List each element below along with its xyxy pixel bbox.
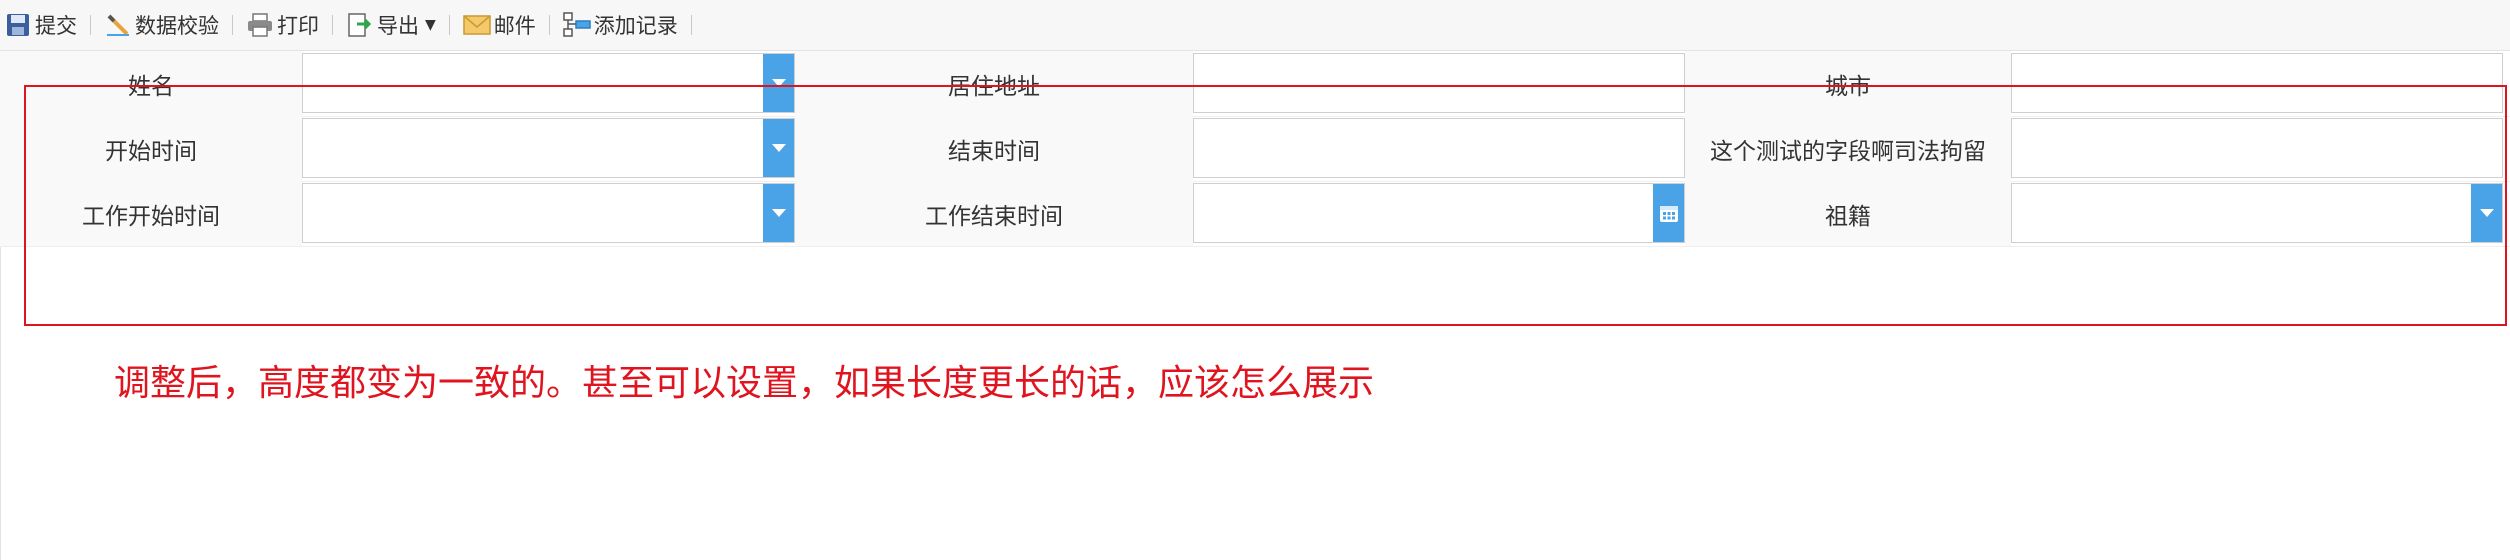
dropdown-button[interactable] bbox=[763, 119, 794, 177]
address-input[interactable] bbox=[1193, 53, 1685, 113]
add-record-button[interactable]: 添加记录 bbox=[563, 5, 678, 45]
add-record-label: 添加记录 bbox=[593, 14, 678, 38]
field-label-work-end: 工作结束时间 bbox=[795, 181, 1193, 246]
add-record-icon bbox=[563, 11, 591, 39]
dropdown-button[interactable] bbox=[763, 54, 794, 112]
chevron-down-icon: ▼ bbox=[425, 17, 436, 33]
dropdown-button[interactable] bbox=[2471, 184, 2502, 242]
chevron-down-icon bbox=[771, 209, 786, 217]
print-label: 打印 bbox=[277, 14, 319, 38]
ancestral-home-select[interactable] bbox=[2011, 183, 2503, 243]
start-time-select[interactable] bbox=[302, 118, 795, 178]
chevron-down-icon bbox=[771, 79, 786, 87]
work-start-select[interactable] bbox=[302, 183, 795, 243]
end-time-input[interactable] bbox=[1193, 118, 1685, 178]
calendar-icon bbox=[1659, 206, 1678, 222]
dropdown-button[interactable] bbox=[763, 184, 794, 242]
work-end-date-input[interactable] bbox=[1193, 183, 1685, 243]
validate-label: 数据校验 bbox=[135, 14, 219, 38]
print-icon bbox=[246, 11, 274, 39]
test-field-input[interactable] bbox=[2011, 118, 2503, 178]
toolbar: 提交 数据校验 打印 导出 ▼ 邮件 添加记录 bbox=[0, 0, 2510, 51]
field-label-ancestral-home: 祖籍 bbox=[1685, 181, 2011, 246]
toolbar-separator bbox=[232, 15, 233, 35]
validate-icon bbox=[104, 11, 132, 39]
field-label-work-start: 工作开始时间 bbox=[0, 181, 302, 246]
mail-button[interactable]: 邮件 bbox=[463, 5, 536, 45]
form-row: 开始时间 结束时间 这个测试的字段啊司法拘留 bbox=[0, 116, 2510, 182]
name-select[interactable] bbox=[302, 53, 795, 113]
annotation-note: 调整后，高度都变为一致的。甚至可以设置，如果长度更长的话，应该怎么展示 bbox=[114, 363, 1375, 404]
toolbar-separator bbox=[90, 15, 91, 35]
toolbar-separator bbox=[548, 15, 550, 35]
validate-button[interactable]: 数据校验 bbox=[104, 5, 219, 45]
print-button[interactable]: 打印 bbox=[246, 5, 319, 45]
toolbar-separator bbox=[332, 15, 333, 35]
form-row: 姓名 居住地址 城市 bbox=[0, 51, 2510, 117]
submit-button[interactable]: 提交 bbox=[4, 5, 77, 45]
field-label-address: 居住地址 bbox=[795, 51, 1193, 116]
save-icon bbox=[4, 11, 32, 39]
field-label-test-field: 这个测试的字段啊司法拘留 bbox=[1685, 116, 2011, 181]
export-button[interactable]: 导出 ▼ bbox=[346, 5, 436, 45]
toolbar-separator bbox=[690, 15, 692, 35]
export-icon bbox=[346, 11, 374, 39]
form-row: 工作开始时间 工作结束时间 祖籍 bbox=[0, 181, 2510, 247]
submit-label: 提交 bbox=[35, 14, 77, 38]
field-label-name: 姓名 bbox=[0, 51, 302, 116]
field-label-end-time: 结束时间 bbox=[795, 116, 1193, 181]
field-label-city: 城市 bbox=[1685, 51, 2011, 116]
date-picker-button[interactable] bbox=[1653, 184, 1684, 242]
chevron-down-icon bbox=[771, 144, 786, 152]
city-input[interactable] bbox=[2011, 53, 2503, 113]
toolbar-separator bbox=[448, 15, 450, 35]
mail-label: 邮件 bbox=[493, 14, 536, 38]
chevron-down-icon bbox=[2479, 209, 2494, 217]
mail-icon bbox=[463, 11, 491, 39]
export-label: 导出 bbox=[377, 14, 419, 38]
field-label-start-time: 开始时间 bbox=[0, 116, 302, 181]
